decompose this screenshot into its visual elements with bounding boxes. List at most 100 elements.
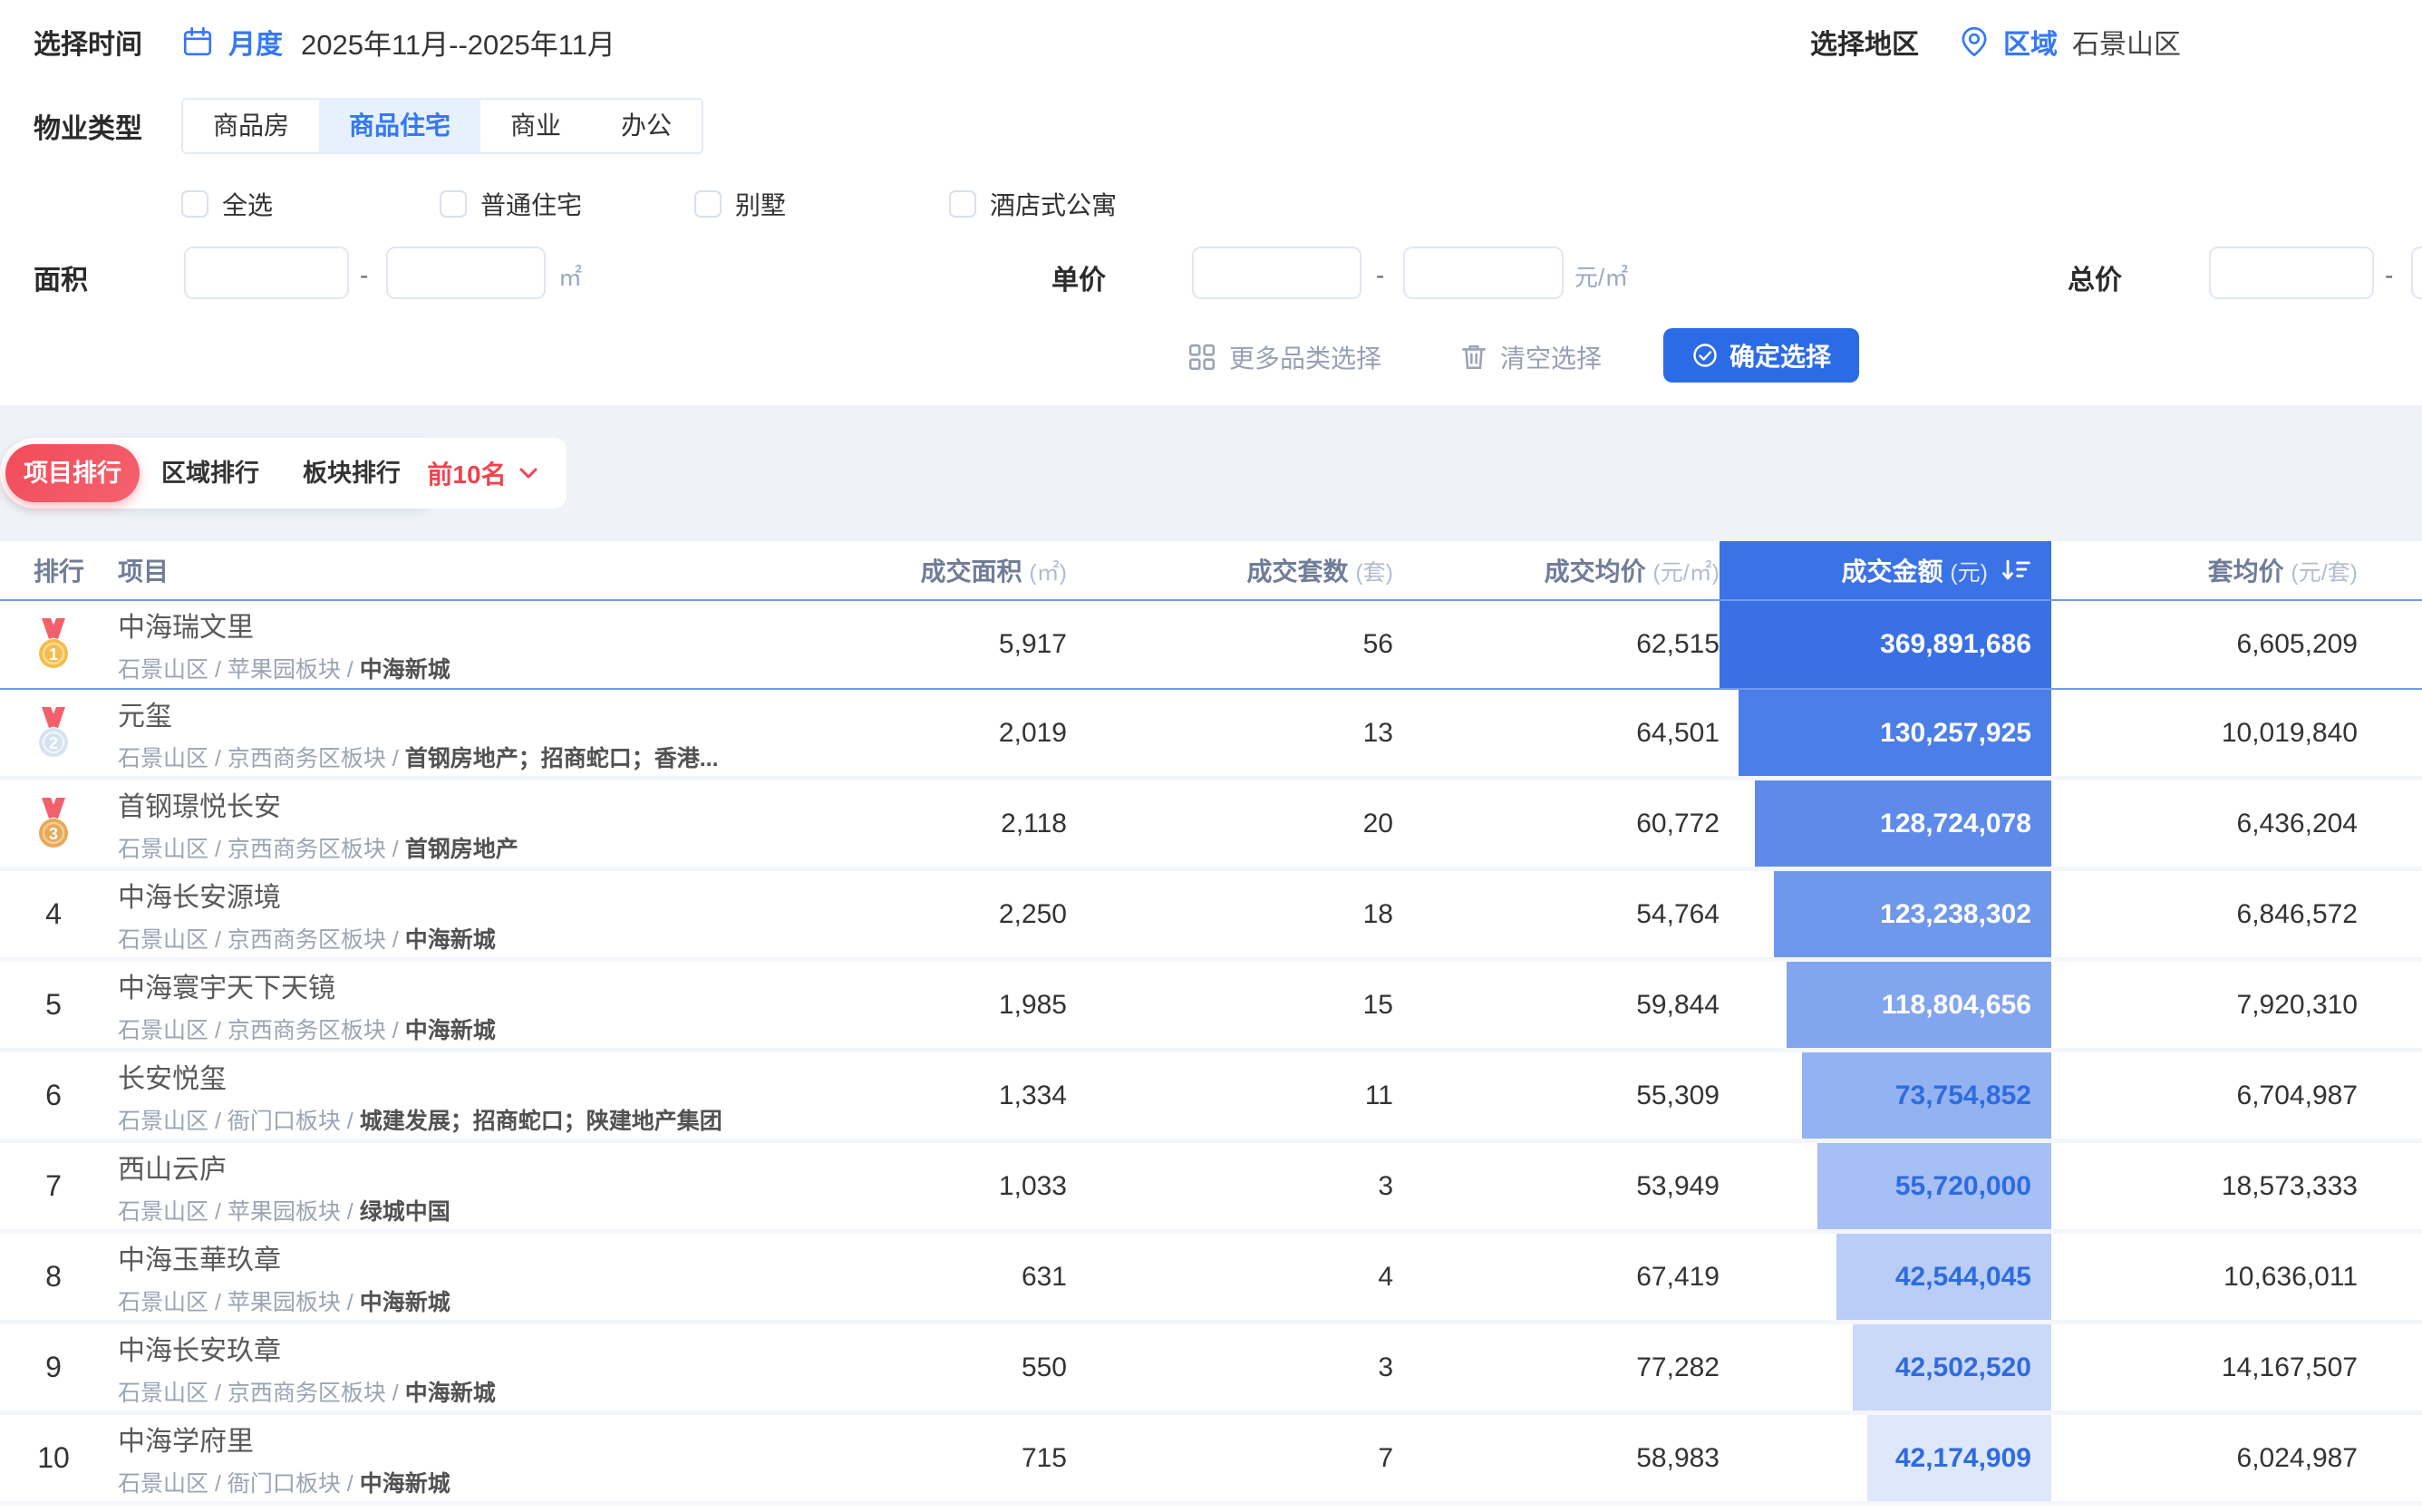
rank-cell: 10 — [34, 1415, 118, 1501]
ranking-tab[interactable]: 项目排行 — [5, 444, 140, 502]
deal-units-value: 3 — [1067, 1352, 1393, 1383]
property-type-tab-group: 商品房商品住宅商业办公 — [181, 98, 703, 154]
project-name[interactable]: 中海长安玖章 — [118, 1328, 825, 1368]
time-range-value[interactable]: 2025年11月--2025年11月 — [301, 22, 615, 63]
table-row[interactable]: 8 中海玉華玖章 石景山区 / 苹果园板块 / 中海新城 631 4 67,41… — [0, 1234, 2422, 1324]
avg-price-value: 60,772 — [1393, 809, 1720, 839]
property-type-tab[interactable]: 商业 — [480, 100, 591, 152]
property-type-label: 物业类型 — [34, 106, 181, 146]
ranking-tab-band: 项目排行区域排行板块排行 前10名 — [0, 405, 2422, 541]
rank-number: 10 — [34, 1441, 73, 1475]
checkbox[interactable] — [949, 190, 976, 218]
project-name[interactable]: 中海寰宇天下天镜 — [118, 965, 825, 1005]
total-price-label: 总价 — [2068, 257, 2122, 297]
rank-cell: 1 — [34, 601, 118, 688]
total-price-max-input[interactable] — [2411, 247, 2422, 299]
developer-name: 中海新城 — [405, 1018, 496, 1043]
deal-units-value: 15 — [1067, 990, 1393, 1021]
amount-value: 128,724,078 — [1880, 809, 2031, 839]
region-type-link[interactable]: 区域 — [2003, 22, 2058, 62]
table-row[interactable]: 1 中海瑞文里 石景山区 / 苹果园板块 / 中海新城 5,917 56 62,… — [0, 599, 2422, 690]
unit-avg-value: 6,704,987 — [2051, 1081, 2358, 1111]
medal-icon: 3 — [34, 798, 73, 850]
clear-selection-button[interactable]: 清空选择 — [1460, 339, 1602, 375]
rank-cell: 8 — [34, 1234, 118, 1320]
project-name[interactable]: 中海学府里 — [118, 1419, 825, 1459]
header-rank: 排行 — [34, 552, 118, 588]
sort-desc-icon[interactable] — [2001, 557, 2031, 583]
subtype-option[interactable]: 普通住宅 — [440, 186, 582, 222]
filter-panel: 选择时间 月度 2025年11月--2025年11月 选择地区 区域 — [0, 0, 2422, 405]
region-value[interactable]: 石景山区 — [2072, 22, 2181, 62]
table-row[interactable]: 9 中海长安玖章 石景山区 / 京西商务区板块 / 中海新城 550 3 77,… — [0, 1324, 2422, 1415]
table-row[interactable]: 10 中海学府里 石景山区 / 衙门口板块 / 中海新城 715 7 58,98… — [0, 1415, 2422, 1506]
amount-value: 42,502,520 — [1895, 1352, 2031, 1383]
amount-cell: 130,257,925 — [1720, 690, 2051, 776]
property-type-tab[interactable]: 办公 — [591, 100, 702, 152]
rank-cell: 7 — [34, 1143, 118, 1229]
property-type-tab[interactable]: 商品房 — [183, 100, 319, 152]
subtype-option[interactable]: 全选 — [181, 186, 273, 222]
checkbox[interactable] — [694, 190, 722, 218]
table-row[interactable]: 2 元玺 石景山区 / 京西商务区板块 / 首钢房地产；招商蛇口；香港... 2… — [0, 690, 2422, 780]
project-name[interactable]: 长安悦玺 — [118, 1056, 825, 1096]
project-cell: 长安悦玺 石景山区 / 衙门口板块 / 城建发展；招商蛇口；陕建地产集团 — [118, 1052, 825, 1139]
rank-number: 9 — [34, 1351, 73, 1384]
table-row[interactable]: 4 中海长安源境 石景山区 / 京西商务区板块 / 中海新城 2,250 18 … — [0, 871, 2422, 962]
ranking-tab[interactable]: 区域排行 — [140, 444, 281, 502]
project-name[interactable]: 中海玉華玖章 — [118, 1237, 825, 1277]
deal-units-value: 11 — [1067, 1081, 1393, 1111]
developer-name: 中海新城 — [360, 1471, 450, 1497]
project-subtitle: 石景山区 / 京西商务区板块 / 中海新城 — [118, 1013, 825, 1045]
table-header-row: 排行 项目 成交面积 (㎡) 成交套数 (套) 成交均价 (元/㎡) 成交金额 … — [0, 541, 2422, 599]
unit-price-max-input[interactable] — [1403, 247, 1564, 299]
table-row[interactable]: 7 西山云庐 石景山区 / 苹果园板块 / 绿城中国 1,033 3 53,94… — [0, 1143, 2422, 1234]
property-type-tab[interactable]: 商品住宅 — [319, 100, 480, 152]
unit-price-min-input[interactable] — [1192, 247, 1361, 299]
project-subtitle: 石景山区 / 苹果园板块 / 中海新城 — [118, 1284, 825, 1317]
developer-name: 首钢房地产 — [405, 837, 518, 862]
table-row[interactable]: 5 中海寰宇天下天镜 石景山区 / 京西商务区板块 / 中海新城 1,985 1… — [0, 962, 2422, 1052]
rank-number: 8 — [34, 1260, 73, 1294]
project-cell: 中海瑞文里 石景山区 / 苹果园板块 / 中海新城 — [118, 601, 825, 688]
more-categories-button[interactable]: 更多品类选择 — [1187, 339, 1381, 375]
amount-value: 130,257,925 — [1880, 718, 2031, 749]
project-subtitle: 石景山区 / 京西商务区板块 / 中海新城 — [118, 1375, 825, 1408]
subtype-option[interactable]: 别墅 — [694, 186, 786, 222]
area-unit: ㎡ — [558, 259, 582, 293]
confirm-selection-button[interactable]: 确定选择 — [1663, 328, 1859, 383]
header-unit-avg: 套均价 (元/套) — [2051, 552, 2358, 588]
deal-units-value: 7 — [1067, 1443, 1393, 1474]
top-n-filter-button[interactable]: 前10名 — [400, 438, 567, 509]
header-avg-price: 成交均价 (元/㎡) — [1393, 552, 1720, 588]
table-row[interactable]: 6 长安悦玺 石景山区 / 衙门口板块 / 城建发展；招商蛇口；陕建地产集团 1… — [0, 1052, 2422, 1143]
project-name[interactable]: 首钢璟悦长安 — [118, 784, 825, 824]
table-row[interactable]: 3 首钢璟悦长安 石景山区 / 京西商务区板块 / 首钢房地产 2,118 20… — [0, 780, 2422, 871]
area-max-input[interactable] — [386, 247, 546, 299]
rank-number: 4 — [34, 897, 73, 931]
project-name[interactable]: 中海瑞文里 — [118, 605, 825, 645]
project-subtitle: 石景山区 / 苹果园板块 / 绿城中国 — [118, 1194, 825, 1226]
time-filter-label: 选择时间 — [34, 22, 181, 62]
svg-text:3: 3 — [49, 825, 58, 843]
avg-price-value: 67,419 — [1393, 1262, 1720, 1293]
unit-price-unit: 元/㎡ — [1574, 259, 1628, 293]
area-min-input[interactable] — [184, 247, 349, 299]
project-name[interactable]: 中海长安源境 — [118, 875, 825, 915]
amount-value: 73,754,852 — [1895, 1081, 2031, 1111]
deal-area-value: 2,118 — [825, 809, 1067, 839]
time-mode-link[interactable]: 月度 — [228, 22, 283, 62]
unit-price-label: 单价 — [1051, 257, 1106, 297]
developer-name: 首钢房地产；招商蛇口；香港... — [405, 746, 719, 771]
checkbox[interactable] — [181, 190, 208, 218]
header-amount-sorted[interactable]: 成交金额 (元) — [1720, 541, 2051, 599]
amount-cell: 73,754,852 — [1720, 1052, 2051, 1139]
top-n-label: 前10名 — [427, 455, 506, 491]
project-name[interactable]: 西山云庐 — [118, 1147, 825, 1187]
project-name[interactable]: 元玺 — [118, 693, 825, 733]
project-subtitle: 石景山区 / 京西商务区板块 / 中海新城 — [118, 922, 825, 955]
subtype-option[interactable]: 酒店式公寓 — [949, 186, 1117, 222]
header-units: 成交套数 (套) — [1067, 552, 1393, 588]
checkbox[interactable] — [440, 190, 467, 218]
total-price-min-input[interactable] — [2209, 247, 2374, 299]
